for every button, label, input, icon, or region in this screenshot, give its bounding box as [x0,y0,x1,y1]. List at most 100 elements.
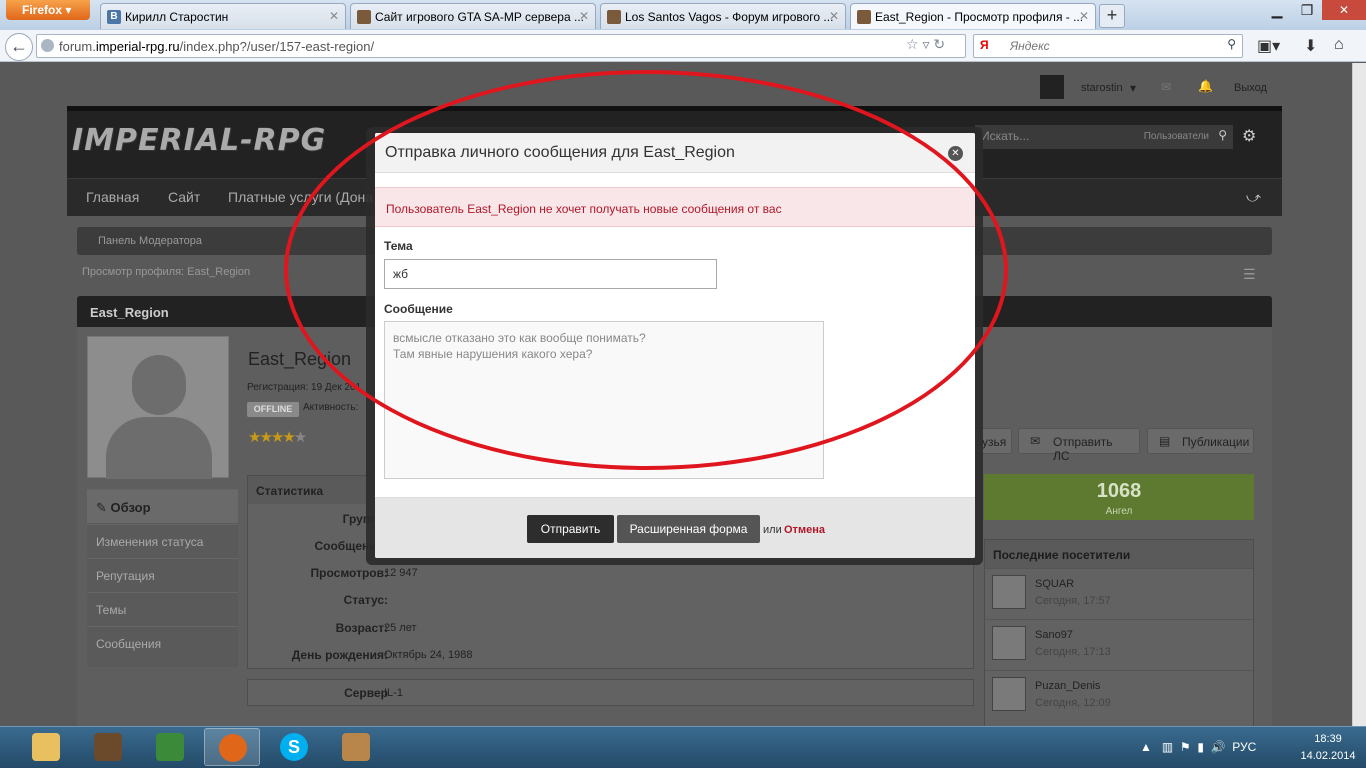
network-icon[interactable]: ▥ [1162,740,1173,754]
list-item[interactable]: Sano97 Сегодня, 17:13 [985,619,1253,670]
close-icon[interactable]: ✕ [329,9,339,23]
gta-icon [857,10,871,24]
reputation-value: 1068 [1096,480,1142,502]
button-label: узья [982,435,1007,449]
avatar[interactable] [992,677,1026,711]
forum-search-input[interactable]: Искать... Пользователи ⚲ [975,125,1233,149]
url-prefix: forum. [59,39,96,54]
close-icon[interactable]: ✕ [1079,9,1089,23]
minimize-icon[interactable]: ▁ [1262,0,1292,20]
site-logo[interactable]: IMPERIAL-RPG [72,123,326,158]
side-nav-reputation[interactable]: Репутация [87,558,238,592]
url-path: /index.php?/user/157-east-region/ [179,39,375,54]
subject-input[interactable] [384,259,717,289]
visitor-time: Сегодня, 12:09 [1035,697,1111,709]
side-nav-topics[interactable]: Темы [87,592,238,626]
logout-link[interactable]: Выход [1234,82,1267,94]
window-close-button[interactable]: ✕ [1322,0,1366,20]
taskbar-explorer[interactable] [18,728,74,766]
close-icon[interactable]: ✕ [829,9,839,23]
username-link[interactable]: starostin [1081,82,1123,94]
search-placeholder: Яндекс [1010,39,1050,53]
avatar[interactable] [992,626,1026,660]
reputation-box: 1068 Ангел [984,474,1254,520]
list-item[interactable]: Puzan_Denis Сегодня, 12:09 [985,670,1253,721]
close-icon[interactable]: ✕ [948,146,963,161]
server-label: Сервер [344,686,388,700]
url-actions[interactable]: ☆ ▿ ↻ [906,36,945,53]
star-icon[interactable]: ☆ [906,36,919,52]
send-pm-button[interactable]: ✉ Отправить ЛС [1018,428,1140,463]
taskbar-app[interactable] [142,728,198,766]
firefox-icon [219,734,247,762]
taskbar-skype[interactable]: S [266,728,322,766]
share-icon[interactable]: ⤻ [1246,189,1261,206]
signal-icon[interactable]: ▮ [1197,740,1204,754]
cancel-link[interactable]: Отмена [784,524,825,536]
chevron-down-icon[interactable]: ▿ [922,36,929,52]
url-bar[interactable]: forum.imperial-rpg.ru/index.php?/user/15… [36,34,966,58]
nav-home[interactable]: Главная [86,189,139,205]
clock[interactable]: 18:39 14.02.2014 [1300,731,1356,765]
home-icon[interactable]: ⌂ [1334,36,1344,54]
firefox-menu-button[interactable]: Firefox ▾ [6,0,90,20]
bookmarks-icon[interactable]: ▣▾ [1257,36,1280,56]
mail-icon[interactable]: ✉ [1161,80,1171,94]
status-badge: OFFLINE [247,402,299,417]
back-button[interactable]: ← [5,33,33,61]
forum-search-placeholder: Искать... [981,129,1030,143]
avatar[interactable] [1040,75,1064,99]
downloads-icon[interactable]: ⬇ [1304,36,1317,56]
visitor-name[interactable]: Puzan_Denis [1035,680,1100,692]
new-tab-button[interactable]: + [1099,4,1125,28]
volume-icon[interactable]: 🔊 [1211,740,1226,754]
search-icon[interactable]: ⚲ [1227,37,1236,51]
tab-vagos-forum[interactable]: Los Santos Vagos - Форум игрового ... ✕ [600,3,846,29]
stats-title: Статистика [248,476,378,504]
visitor-name[interactable]: Sano97 [1035,629,1073,641]
nav-site[interactable]: Сайт [168,189,200,205]
visitor-name[interactable]: SQUAR [1035,578,1074,590]
tab-east-region[interactable]: East_Region - Просмотр профиля - ... ✕ [850,3,1096,29]
side-nav-label: Обзор [110,500,151,515]
side-nav-posts[interactable]: Сообщения [87,626,238,660]
maximize-icon[interactable]: ❐ [1292,0,1322,20]
reload-icon[interactable]: ↻ [933,36,945,52]
search-bar[interactable]: Я Яндекс ⚲ [973,34,1243,58]
tab-gta-site[interactable]: Сайт игрового GTA SA-MP сервера ... ✕ [350,3,596,29]
chevron-up-icon[interactable]: ▲ [1140,740,1152,754]
stat-value: 25 лет [384,622,417,634]
tab-vk[interactable]: В Кирилл Старостин ✕ [100,3,346,29]
list-icon[interactable]: ☰ [1243,266,1256,283]
side-nav-status[interactable]: Изменения статуса [87,524,238,558]
or-label: или [763,524,782,536]
side-nav-overview[interactable]: ✎ Обзор [87,489,238,523]
gear-icon[interactable]: ⚙ [1242,126,1256,146]
globe-icon [41,39,54,52]
rating-stars: ★★★★★ [248,428,307,446]
close-icon[interactable]: ✕ [579,9,589,23]
stat-value: 12 947 [384,567,418,579]
chevron-down-icon[interactable]: ▾ [1130,81,1136,95]
activity-label: Активность: [303,402,359,413]
message-textarea[interactable]: всмысле отказано это как вообще понимать… [384,321,824,479]
tab-title: Los Santos Vagos - Форум игрового ... [625,10,834,24]
nav-paid-services[interactable]: Платные услуги (Дона [228,189,373,205]
list-item[interactable]: SQUAR Сегодня, 17:57 [985,568,1253,619]
taskbar-gta[interactable] [80,728,136,766]
bell-icon[interactable]: 🔔 [1198,79,1213,93]
search-icon[interactable]: ⚲ [1218,128,1227,142]
pencil-icon: ✎ [96,500,107,515]
publications-button[interactable]: ▤ Публикации [1147,428,1254,454]
yandex-icon[interactable]: Я [980,38,989,52]
avatar[interactable] [992,575,1026,609]
search-scope[interactable]: Пользователи [1144,131,1209,142]
flag-icon[interactable]: ⚑ [1180,740,1191,754]
taskbar-samp[interactable] [328,728,384,766]
language-indicator[interactable]: РУС [1232,740,1256,754]
send-button[interactable]: Отправить [527,515,614,543]
scrollbar[interactable] [1352,63,1366,726]
profile-avatar [87,336,229,479]
taskbar-firefox[interactable] [204,728,260,766]
extended-form-button[interactable]: Расширенная форма [617,515,760,543]
